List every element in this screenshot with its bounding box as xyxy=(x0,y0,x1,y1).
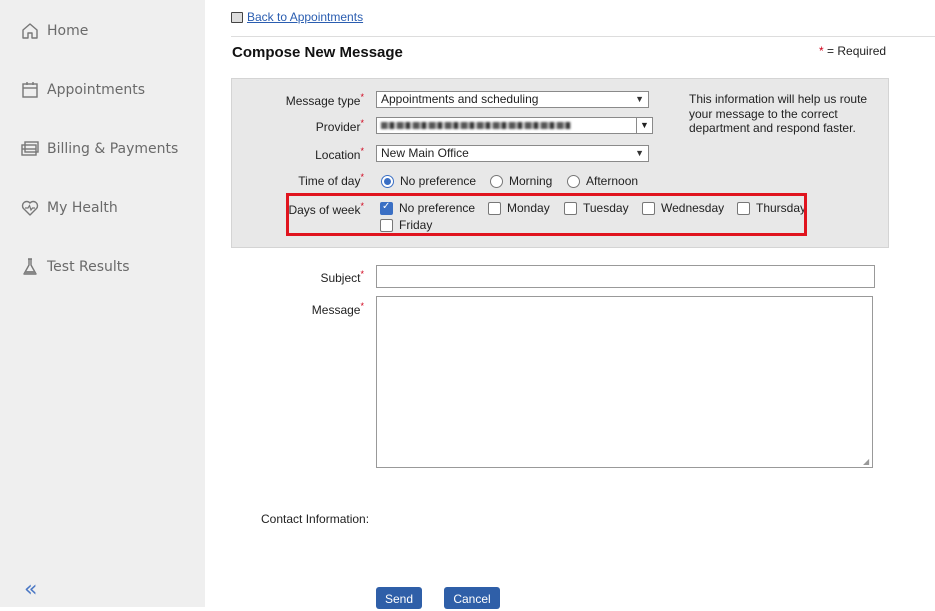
radio-button[interactable] xyxy=(381,174,394,188)
heart-icon xyxy=(20,198,40,218)
billing-icon xyxy=(20,139,40,159)
calendar-icon xyxy=(20,80,40,100)
contact-information-label: Contact Information: xyxy=(261,512,370,526)
sidebar-item-label: Billing & Payments xyxy=(47,141,179,157)
message-label: Message* xyxy=(311,301,364,317)
collapse-sidebar-button[interactable]: « xyxy=(24,579,37,601)
sidebar-item-label: Appointments xyxy=(47,82,146,98)
back-icon xyxy=(231,11,243,23)
sidebar-item-label: Test Results xyxy=(47,259,130,275)
resize-handle-icon[interactable]: ◢ xyxy=(863,458,871,466)
location-label: Location* xyxy=(315,146,364,162)
subject-input[interactable] xyxy=(376,265,875,288)
chevron-down-icon: ▼ xyxy=(635,94,644,104)
sidebar-item-home[interactable]: Home xyxy=(20,19,88,43)
sidebar-item-label: My Health xyxy=(47,200,118,216)
home-icon xyxy=(20,21,40,41)
message-textarea[interactable]: ◢ xyxy=(376,296,873,468)
sidebar-item-test-results[interactable]: Test Results xyxy=(20,255,130,279)
time-afternoon-radio[interactable]: Afternoon xyxy=(567,174,638,188)
required-legend: * = Required xyxy=(819,44,887,58)
send-button[interactable]: Send xyxy=(376,587,422,609)
routing-info-text: This information will help us route your… xyxy=(689,92,868,135)
message-type-select[interactable]: Appointments and scheduling ▼ xyxy=(376,91,649,108)
provider-select[interactable]: ▼ xyxy=(376,117,653,134)
page-title: Compose New Message xyxy=(232,44,403,61)
sidebar-item-label: Home xyxy=(47,23,89,39)
chevron-down-icon: ▼ xyxy=(635,148,644,158)
cancel-button[interactable]: Cancel xyxy=(444,587,500,609)
back-link[interactable]: Back to Appointments xyxy=(231,10,363,24)
days-of-week-highlight xyxy=(286,193,807,236)
provider-label: Provider* xyxy=(315,118,364,134)
sidebar-item-my-health[interactable]: My Health xyxy=(20,196,118,220)
time-of-day-label: Time of day* xyxy=(298,172,364,188)
radio-button[interactable] xyxy=(490,174,503,188)
radio-button[interactable] xyxy=(567,174,580,188)
subject-label: Subject* xyxy=(320,269,364,285)
flask-icon xyxy=(20,257,40,277)
provider-value-redacted xyxy=(381,122,571,129)
sidebar-item-billing[interactable]: Billing & Payments xyxy=(20,137,178,161)
chevron-down-icon[interactable]: ▼ xyxy=(636,118,652,133)
sidebar: Home Appointments Billing & Payments My … xyxy=(0,0,205,607)
back-to-appointments-link[interactable]: Back to Appointments xyxy=(247,10,363,24)
sidebar-item-appointments[interactable]: Appointments xyxy=(20,78,145,102)
message-type-label: Message type* xyxy=(285,92,364,108)
location-select[interactable]: New Main Office ▼ xyxy=(376,145,649,162)
time-no-preference-radio[interactable]: No preference xyxy=(381,174,476,188)
divider xyxy=(231,36,935,37)
time-morning-radio[interactable]: Morning xyxy=(490,174,552,188)
